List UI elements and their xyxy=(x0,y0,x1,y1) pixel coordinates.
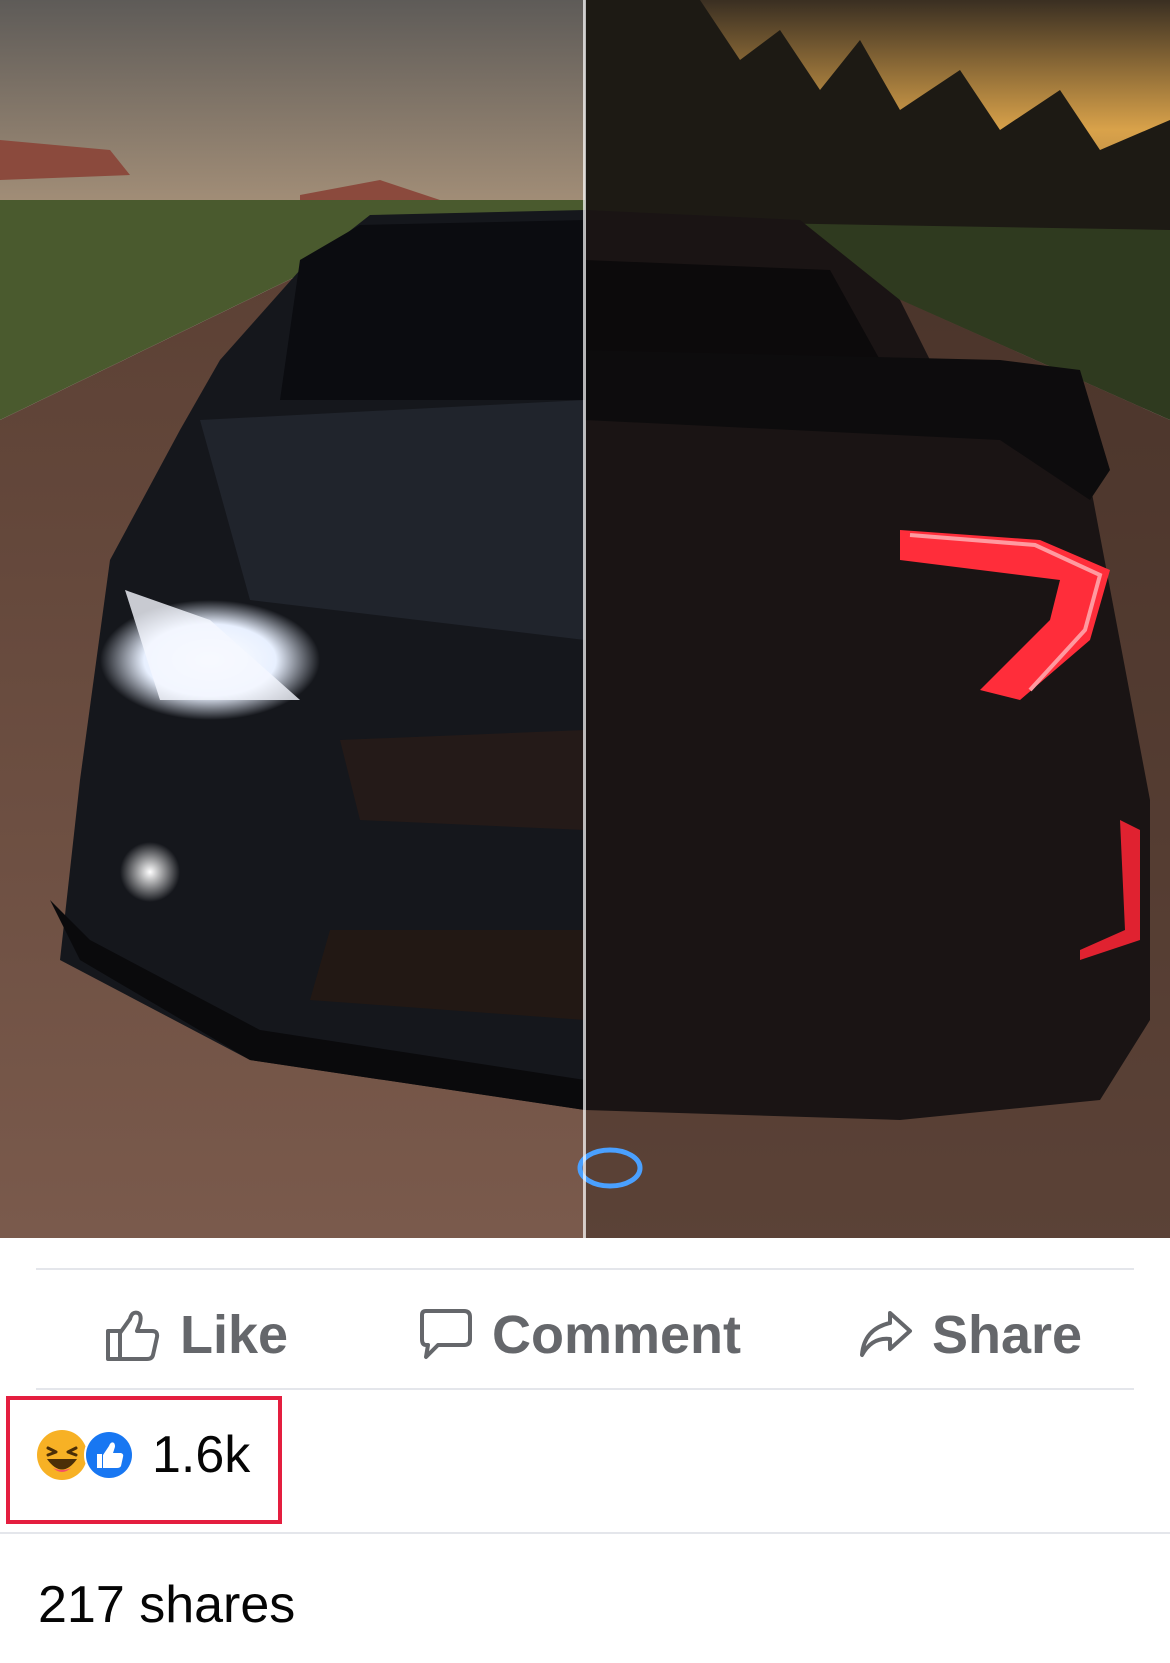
like-button[interactable]: Like xyxy=(102,1290,288,1380)
share-arrow-icon xyxy=(858,1309,914,1361)
car-photo-illustration xyxy=(0,0,1170,1238)
speech-bubble-icon xyxy=(416,1307,474,1363)
like-label: Like xyxy=(180,1305,289,1365)
post-photo[interactable] xyxy=(0,0,1170,1238)
thumbs-up-icon xyxy=(102,1307,162,1363)
highlight-box xyxy=(6,1396,282,1524)
share-label: Share xyxy=(932,1305,1083,1365)
comment-label: Comment xyxy=(492,1305,742,1365)
divider-bottom xyxy=(0,1532,1170,1534)
shares-count[interactable]: 217 shares xyxy=(38,1575,295,1635)
share-button[interactable]: Share xyxy=(858,1290,1082,1380)
divider-middle xyxy=(36,1388,1134,1390)
post-action-bar: Like Comment Share xyxy=(36,1270,1134,1400)
comment-button[interactable]: Comment xyxy=(416,1290,741,1380)
